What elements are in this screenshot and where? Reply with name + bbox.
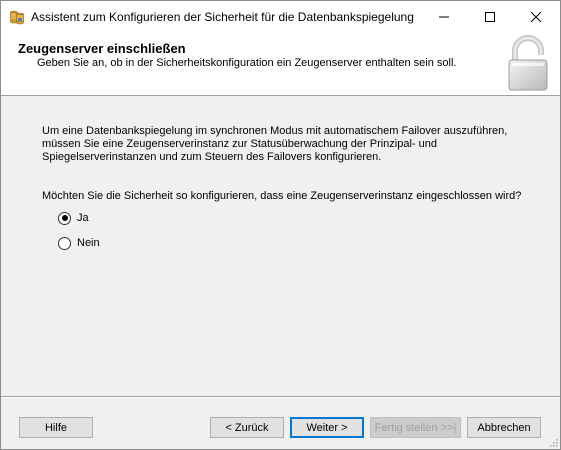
radio-label-nein[interactable]: Nein: [77, 237, 100, 249]
close-icon: [531, 11, 541, 22]
maximize-button[interactable]: [467, 1, 513, 32]
wizard-window: Assistent zum Konfigurieren der Sicherhe…: [0, 0, 561, 450]
resize-grip-icon[interactable]: [548, 437, 558, 447]
page-subtitle: Geben Sie an, ob in der Sicherheitskonfi…: [37, 57, 457, 69]
database-mirroring-icon: [10, 10, 24, 25]
maximize-icon: [485, 11, 495, 22]
intro-line: müssen Sie eine Zeugenserverinstanz zur …: [42, 138, 437, 150]
window-title: Assistent zum Konfigurieren der Sicherhe…: [31, 10, 414, 24]
question-label: Möchten Sie die Sicherheit so konfigurie…: [42, 190, 522, 202]
title-bar[interactable]: Assistent zum Konfigurieren der Sicherhe…: [1, 1, 560, 32]
back-button[interactable]: < Zurück: [210, 417, 284, 438]
radio-button-checked[interactable]: [58, 211, 71, 225]
intro-text: Um eine Datenbankspiegelung im synchrone…: [42, 125, 522, 164]
wizard-header: Zeugenserver einschließen Geben Sie an, …: [1, 32, 560, 96]
footer-divider: [1, 396, 560, 398]
minimize-icon: [439, 16, 449, 17]
radio-option-ja[interactable]: Ja: [58, 210, 89, 226]
intro-line: Um eine Datenbankspiegelung im synchrone…: [42, 125, 508, 137]
finish-button[interactable]: Fertig stellen >>|: [370, 417, 461, 438]
intro-line: Spiegelserverinstanzen und zum Steuern d…: [42, 151, 382, 163]
radio-button-unchecked[interactable]: [58, 236, 71, 250]
padlock-icon: [508, 35, 548, 91]
radio-option-nein[interactable]: Nein: [58, 235, 100, 251]
cancel-button[interactable]: Abbrechen: [467, 417, 541, 438]
minimize-button[interactable]: [421, 1, 467, 32]
wizard-content: Um eine Datenbankspiegelung im synchrone…: [1, 96, 560, 396]
close-button[interactable]: [513, 1, 559, 32]
radio-label-ja[interactable]: Ja: [77, 212, 89, 224]
page-title: Zeugenserver einschließen: [18, 41, 186, 56]
help-button[interactable]: Hilfe: [19, 417, 93, 438]
next-button[interactable]: Weiter >: [290, 417, 364, 438]
